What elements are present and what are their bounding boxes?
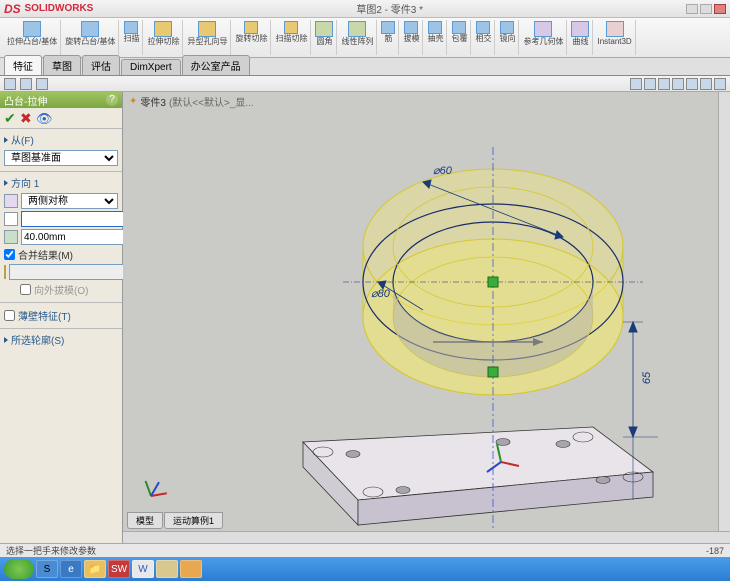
- ribbon-commands: 拉伸凸台/基体 旋转凸台/基体 扫描 拉伸切除 异型孔向导 旋转切除 扫描切除 …: [0, 18, 730, 58]
- title-bar: DS SOLIDWORKS 草图2 - 零件3 *: [0, 0, 730, 18]
- outward-checkbox[interactable]: [20, 284, 31, 295]
- history-icon[interactable]: [36, 78, 48, 90]
- thin-checkbox[interactable]: [4, 310, 15, 321]
- hide-show-icon[interactable]: [714, 78, 726, 90]
- end-condition-select[interactable]: 两侧对称: [21, 193, 118, 209]
- outward-label: 向外拔模(O): [34, 282, 88, 297]
- cmd-revolve-boss[interactable]: 旋转凸台/基体: [62, 20, 119, 55]
- maximize-button[interactable]: [700, 4, 712, 14]
- property-manager: 凸台-拉伸 ? ✔ ✖ 👁 从(F) 草图基准面 方向 1 两侧对称: [0, 92, 123, 543]
- tab-office[interactable]: 办公室产品: [182, 55, 250, 75]
- section-direction1: 方向 1 两侧对称 ▴▾ 合并结果(M): [0, 172, 122, 303]
- status-message: 选择一把手来修改参数: [6, 544, 96, 557]
- thin-label: 薄壁特征(T): [18, 308, 71, 323]
- graphics-viewport[interactable]: ✦ 零件3 (默认<<默认>_显...: [123, 92, 730, 543]
- preview-button[interactable]: 👁: [36, 111, 50, 125]
- cmd-draft[interactable]: 拔模: [400, 20, 423, 55]
- app-logo: DS SOLIDWORKS: [4, 2, 93, 16]
- dim-d80[interactable]: ⌀80: [371, 287, 390, 300]
- dir1-label: 方向 1: [4, 175, 118, 190]
- cmd-ref-geometry[interactable]: 参考几何体: [520, 20, 567, 55]
- reverse-dir-icon[interactable]: [4, 194, 18, 208]
- tab-motion-study[interactable]: 运动算例1: [164, 512, 223, 529]
- display-style-icon[interactable]: [672, 78, 684, 90]
- tab-dimxpert[interactable]: DimXpert: [121, 59, 181, 75]
- base-plate: [303, 427, 653, 525]
- section-contour: 所选轮廓(S): [0, 329, 122, 353]
- tree-icon[interactable]: [4, 78, 16, 90]
- section-from: 从(F) 草图基准面: [0, 129, 122, 172]
- feature-header: 凸台-拉伸 ?: [0, 92, 122, 108]
- cmd-extrude-boss[interactable]: 拉伸凸台/基体: [4, 20, 61, 55]
- main-area: 凸台-拉伸 ? ✔ ✖ 👁 从(F) 草图基准面 方向 1 两侧对称: [0, 92, 730, 543]
- direction-vector-icon[interactable]: [4, 212, 18, 226]
- close-button[interactable]: [714, 4, 726, 14]
- cmd-sweep[interactable]: 扫描: [120, 20, 143, 55]
- cancel-button[interactable]: ✖: [20, 111, 34, 125]
- minimize-button[interactable]: [686, 4, 698, 14]
- windows-taskbar: S e 📁 SW W: [0, 557, 730, 581]
- view-toolbar: [0, 76, 730, 92]
- from-plane-select[interactable]: 草图基准面: [4, 150, 118, 166]
- tab-features[interactable]: 特征: [4, 55, 42, 75]
- scene-icon[interactable]: [700, 78, 712, 90]
- start-button[interactable]: [4, 559, 34, 579]
- ok-button[interactable]: ✔: [4, 111, 18, 125]
- tab-sketch[interactable]: 草图: [43, 55, 81, 75]
- cmd-extrude-cut[interactable]: 拉伸切除: [144, 20, 183, 55]
- merge-label: 合并结果(M): [18, 247, 73, 262]
- from-label: 从(F): [4, 132, 118, 147]
- help-icon[interactable]: ?: [106, 94, 118, 106]
- cmd-linear-pattern[interactable]: 线性阵列: [338, 20, 377, 55]
- tab-evaluate[interactable]: 评估: [82, 55, 120, 75]
- section-thin: 薄壁特征(T): [0, 303, 122, 329]
- status-coord: -187: [706, 546, 724, 556]
- dim-h65[interactable]: 65: [641, 372, 653, 384]
- confirm-buttons: ✔ ✖ 👁: [0, 108, 122, 129]
- filter-icon[interactable]: [20, 78, 32, 90]
- cmd-curves[interactable]: 曲线: [568, 20, 593, 55]
- draft-icon[interactable]: [4, 265, 6, 279]
- cmd-hole-wizard[interactable]: 异型孔向导: [184, 20, 231, 55]
- cmd-shell[interactable]: 抽壳: [424, 20, 447, 55]
- zoom-fit-icon[interactable]: [630, 78, 642, 90]
- command-tabs: 特征 草图 评估 DimXpert 办公室产品: [0, 58, 730, 76]
- hscrollbar[interactable]: [123, 531, 730, 543]
- section-view-icon[interactable]: [686, 78, 698, 90]
- merge-checkbox[interactable]: [4, 249, 15, 260]
- dim-d60[interactable]: ⌀60: [433, 164, 452, 177]
- cmd-intersect[interactable]: 相交: [472, 20, 495, 55]
- vscrollbar[interactable]: [718, 92, 730, 543]
- cmd-mirror[interactable]: 镜向: [496, 20, 519, 55]
- document-title: 草图2 - 零件3 *: [93, 1, 686, 16]
- feature-title: 凸台-拉伸: [4, 93, 47, 108]
- cmd-rib[interactable]: 筋: [378, 20, 399, 55]
- cmd-wrap[interactable]: 包覆: [448, 20, 471, 55]
- contour-label: 所选轮廓(S): [4, 332, 118, 347]
- status-bar: 选择一把手来修改参数 -187: [0, 543, 730, 557]
- window-controls: [686, 4, 726, 14]
- zoom-area-icon[interactable]: [644, 78, 656, 90]
- depth-icon: [4, 230, 18, 244]
- motion-tabs: 模型 运动算例1: [127, 512, 223, 529]
- cmd-fillet[interactable]: 圆角: [312, 20, 337, 55]
- model-canvas[interactable]: [123, 92, 730, 543]
- view-orient-icon[interactable]: [658, 78, 670, 90]
- cmd-sweep-cut[interactable]: 扫描切除: [272, 20, 311, 55]
- view-triad[interactable]: [141, 475, 171, 505]
- tab-model[interactable]: 模型: [127, 512, 163, 529]
- cmd-revolve-cut[interactable]: 旋转切除: [232, 20, 271, 55]
- cmd-instant3d[interactable]: Instant3D: [594, 20, 635, 55]
